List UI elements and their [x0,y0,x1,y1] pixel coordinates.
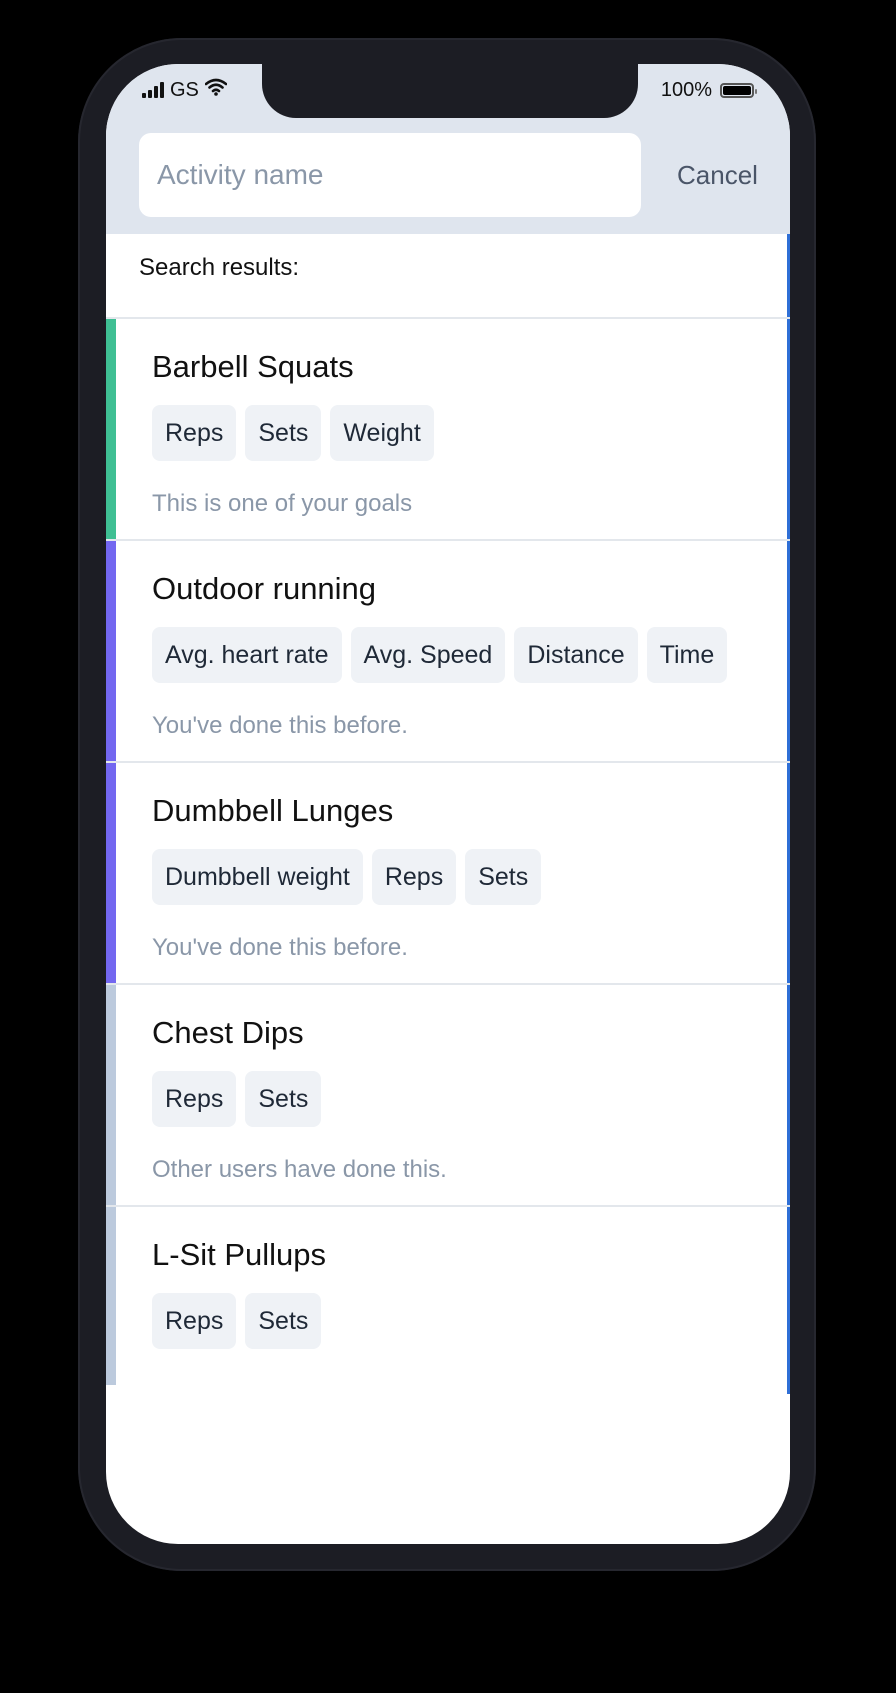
metric-tag: Dumbbell weight [152,849,363,905]
status-accent-bar [106,985,116,1205]
activity-title: Outdoor running [152,571,377,606]
phone-notch [262,64,638,118]
metric-tag: Distance [514,627,638,683]
status-accent-bar [106,763,116,983]
activity-name-input[interactable] [139,133,641,217]
status-accent-bar [106,319,116,539]
cellular-signal-icon [142,82,164,98]
activity-note: You've done this before. [152,934,408,961]
metric-tag: Weight [330,405,434,461]
metric-tags: Reps Sets Weight [152,405,750,461]
activity-title: Dumbbell Lunges [152,793,394,828]
result-card-dumbbell-lunges[interactable]: Dumbbell Lunges Dumbbell weight Reps Set… [106,761,790,983]
metric-tag: Reps [152,1071,237,1127]
metric-tags: Avg. heart rate Avg. Speed Distance Time [152,627,750,683]
metric-tag: Reps [371,849,457,905]
metric-tags: Reps Sets [152,1071,750,1127]
activity-note: Other users have done this. [152,1156,447,1183]
metric-tag: Avg. heart rate [152,627,342,683]
metric-tag: Time [646,627,728,683]
metric-tag: Sets [245,1293,322,1349]
battery-icon [720,82,757,98]
metric-tag: Reps [152,1293,237,1349]
metric-tags: Reps Sets [152,1293,750,1349]
battery-percentage: 100% [660,78,712,101]
metric-tag: Reps [152,405,237,461]
status-bar-right: 100% [660,78,757,102]
result-card-barbell-squats[interactable]: Barbell Squats Reps Sets Weight This is … [106,317,790,539]
result-card-l-sit-pullups[interactable]: L-Sit Pullups Reps Sets [106,1205,790,1385]
status-accent-bar [106,541,116,761]
activity-note: This is one of your goals [152,490,413,517]
result-card-chest-dips[interactable]: Chest Dips Reps Sets Other users have do… [106,983,790,1205]
metric-tags: Dumbbell weight Reps Sets [152,849,750,905]
search-results-label: Search results: [139,254,300,281]
metric-tag: Avg. Speed [350,627,506,683]
activity-title: Chest Dips [152,1015,304,1050]
search-results-list: Barbell Squats Reps Sets Weight This is … [106,317,790,1385]
metric-tag: Sets [465,849,542,905]
status-bar-left: GS [142,78,228,102]
status-accent-bar [106,1207,116,1385]
metric-tag: Sets [245,405,322,461]
search-header: GS 100% Cancel [106,64,790,234]
phone-screen: GS 100% Cancel Search results: Barbell S… [106,64,790,1544]
wifi-icon [204,78,228,102]
carrier-label: GS [170,78,199,101]
activity-note: You've done this before. [152,712,408,739]
activity-title: L-Sit Pullups [152,1237,327,1272]
cancel-button[interactable]: Cancel [675,150,758,200]
result-card-outdoor-running[interactable]: Outdoor running Avg. heart rate Avg. Spe… [106,539,790,761]
metric-tag: Sets [245,1071,322,1127]
activity-title: Barbell Squats [152,349,354,384]
